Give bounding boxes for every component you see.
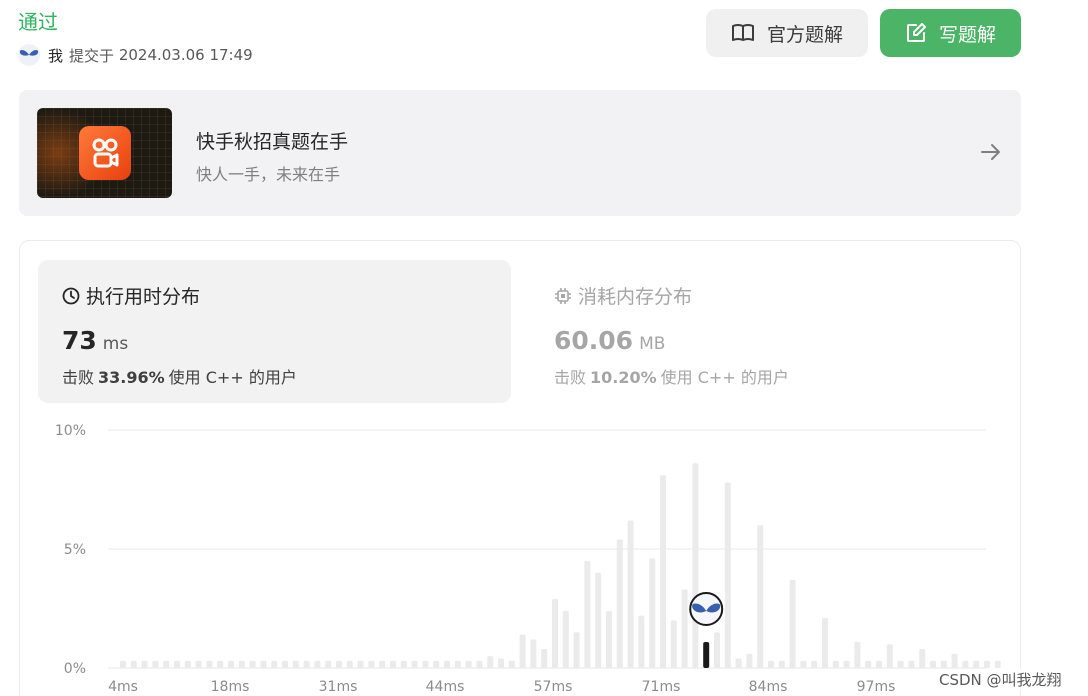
- bar[interactable]: [152, 660, 159, 668]
- bar[interactable]: [562, 610, 569, 668]
- bar[interactable]: [444, 660, 450, 668]
- bar[interactable]: [238, 660, 245, 668]
- bar[interactable]: [994, 660, 1001, 668]
- bar[interactable]: [573, 632, 580, 668]
- bar[interactable]: [616, 539, 623, 668]
- bar[interactable]: [768, 660, 774, 668]
- y-tick-label: 10%: [55, 423, 86, 439]
- bar[interactable]: [832, 660, 839, 668]
- bar[interactable]: [282, 660, 288, 668]
- bar[interactable]: [876, 660, 882, 668]
- bar[interactable]: [638, 615, 645, 668]
- bar[interactable]: [433, 660, 440, 668]
- bar[interactable]: [292, 660, 299, 668]
- bar[interactable]: [454, 660, 461, 668]
- bar[interactable]: [422, 660, 429, 668]
- bar[interactable]: [951, 653, 958, 668]
- x-tick-label: 71ms: [642, 679, 681, 695]
- x-tick-label: 44ms: [426, 679, 465, 695]
- watermark: CSDN @叫我龙翔: [937, 669, 1064, 690]
- bar[interactable]: [336, 660, 342, 668]
- bar[interactable]: [379, 660, 386, 668]
- x-tick-label: 31ms: [319, 679, 358, 695]
- bar[interactable]: [530, 639, 537, 668]
- bar[interactable]: [163, 660, 170, 668]
- bar[interactable]: [411, 660, 418, 668]
- runtime-distribution-chart: 0% 5% 10% 4ms 18ms 31ms 44ms 57ms 71ms 84ms 97ms: [55, 423, 1001, 695]
- bar[interactable]: [800, 660, 807, 668]
- bar[interactable]: [346, 660, 353, 668]
- bar[interactable]: [465, 660, 472, 668]
- bar[interactable]: [184, 660, 191, 668]
- bar[interactable]: [660, 475, 666, 668]
- bar[interactable]: [508, 660, 515, 668]
- bar[interactable]: [778, 660, 785, 668]
- bar[interactable]: [627, 520, 634, 668]
- bar[interactable]: [908, 660, 915, 668]
- bar[interactable]: [303, 660, 310, 668]
- bar[interactable]: [174, 660, 180, 668]
- bar[interactable]: [584, 560, 591, 668]
- bar[interactable]: [822, 618, 828, 668]
- bar[interactable]: [130, 660, 137, 668]
- bar[interactable]: [325, 660, 332, 668]
- bar[interactable]: [757, 525, 764, 668]
- bar[interactable]: [854, 641, 861, 668]
- bar[interactable]: [487, 656, 494, 668]
- bar[interactable]: [368, 660, 375, 668]
- bar[interactable]: [314, 660, 321, 668]
- bar[interactable]: [552, 598, 558, 668]
- bar[interactable]: [541, 648, 548, 668]
- y-tick-label: 0%: [64, 661, 86, 677]
- bar[interactable]: [940, 660, 947, 668]
- bar[interactable]: [897, 660, 904, 668]
- bar[interactable]: [206, 660, 213, 668]
- bar[interactable]: [519, 634, 526, 668]
- bar[interactable]: [271, 660, 278, 668]
- bar[interactable]: [973, 660, 980, 668]
- bar[interactable]: [746, 653, 753, 668]
- bar[interactable]: [120, 660, 126, 668]
- bar[interactable]: [195, 660, 202, 668]
- bar[interactable]: [606, 610, 612, 668]
- highlight-bar[interactable]: [703, 642, 710, 668]
- bar[interactable]: [260, 660, 267, 668]
- bar[interactable]: [498, 658, 504, 668]
- bar[interactable]: [886, 644, 893, 668]
- bar[interactable]: [692, 463, 699, 668]
- bar[interactable]: [217, 660, 224, 668]
- bar[interactable]: [919, 648, 926, 668]
- x-tick-label: 84ms: [749, 679, 788, 695]
- bar[interactable]: [843, 660, 850, 668]
- bar[interactable]: [228, 660, 234, 668]
- bar[interactable]: [357, 660, 364, 668]
- bar[interactable]: [670, 620, 677, 668]
- bar[interactable]: [811, 660, 818, 668]
- bar[interactable]: [865, 660, 872, 668]
- bar[interactable]: [649, 558, 656, 668]
- bar[interactable]: [390, 660, 396, 668]
- bar[interactable]: [476, 660, 483, 668]
- x-tick-label: 97ms: [857, 679, 896, 695]
- bar[interactable]: [714, 632, 720, 668]
- bar[interactable]: [400, 660, 407, 668]
- bar[interactable]: [249, 660, 256, 668]
- x-tick-label: 57ms: [534, 679, 573, 695]
- bar[interactable]: [595, 572, 602, 668]
- bar[interactable]: [789, 579, 796, 668]
- bar[interactable]: [141, 660, 148, 668]
- bar[interactable]: [724, 482, 731, 668]
- bar[interactable]: [681, 589, 688, 668]
- bar[interactable]: [930, 660, 936, 668]
- bar[interactable]: [984, 660, 990, 668]
- y-tick-label: 5%: [64, 542, 86, 558]
- bar[interactable]: [962, 660, 969, 668]
- x-tick-label: 4ms: [108, 679, 138, 695]
- bar[interactable]: [735, 658, 742, 668]
- x-tick-label: 18ms: [211, 679, 250, 695]
